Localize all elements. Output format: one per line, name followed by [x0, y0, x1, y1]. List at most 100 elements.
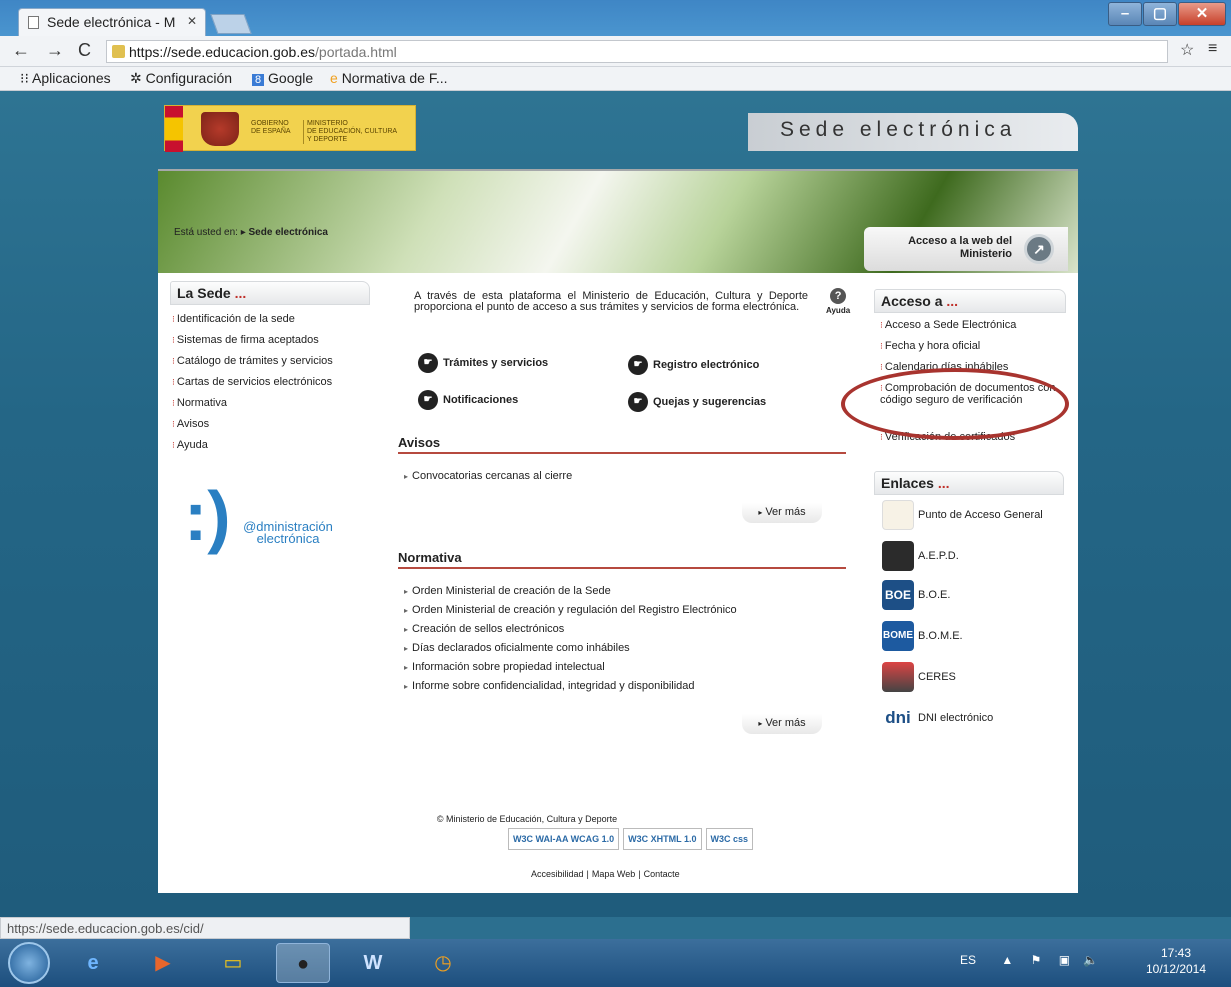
left-link[interactable]: ⁝ Cartas de servicios electrónicos [172, 376, 332, 388]
accesibilidad-link[interactable]: Accesibilidad [531, 869, 584, 879]
network-icon[interactable]: ▣ [1059, 953, 1070, 967]
avisos-heading: Avisos [398, 432, 846, 454]
address-bar[interactable]: https://sede.educacion.gob.es/portada.ht… [106, 40, 1168, 63]
status-bar-url: https://sede.educacion.gob.es/cid/ [0, 917, 410, 939]
enlace-aepd[interactable]: A.E.P.D. [882, 541, 959, 571]
la-sede-heading: La Sede ... [170, 281, 370, 305]
tray-expand-icon[interactable]: ▲ [1001, 953, 1013, 967]
star-icon[interactable]: ☆ [1180, 40, 1194, 60]
flag-icon [165, 106, 183, 152]
language-indicator[interactable]: ES [960, 953, 976, 967]
quick-registro[interactable]: ☛ Registro electrónico [628, 355, 759, 375]
forward-arrow-icon[interactable]: → [46, 40, 64, 61]
acceso-link[interactable]: ⁝ Acceso a Sede Electrónica [880, 319, 1016, 331]
clock[interactable]: 17:43 10/12/2014 [1128, 945, 1224, 977]
new-tab-button[interactable] [210, 14, 252, 34]
tab-title: Sede electrónica - M [47, 14, 176, 30]
enlaces-heading: Enlaces ... [874, 471, 1064, 495]
quick-tramites[interactable]: ☛ Trámites y servicios [418, 353, 548, 373]
left-link[interactable]: ⁝ Catálogo de trámites y servicios [172, 355, 333, 367]
flag-tray-icon[interactable]: ⚑ [1031, 953, 1042, 967]
left-link[interactable]: ⁝ Ayuda [172, 439, 208, 451]
w3c-css-badge[interactable]: W3C css [705, 828, 754, 850]
normativa-item[interactable]: ▸ Informe sobre confidencialidad, integri… [404, 680, 695, 692]
left-link[interactable]: ⁝ Identificación de la sede [172, 313, 295, 325]
quick-quejas[interactable]: ☛ Quejas y sugerencias [628, 392, 766, 412]
administracion-electronica-logo[interactable]: :) [184, 481, 231, 551]
media-player-icon[interactable]: ▶ [136, 943, 190, 983]
w3c-wcag-badge[interactable]: W3C WAI-AA WCAG 1.0 [508, 828, 620, 850]
browser-toolbar: ← → C https://sede.educacion.gob.es/port… [0, 36, 1231, 67]
start-button[interactable] [8, 942, 50, 984]
normativa-item[interactable]: ▸ Orden Ministerial de creación y regulac… [404, 604, 737, 616]
ie-icon[interactable]: e [66, 943, 120, 983]
normativa-ver-mas-button[interactable]: ▸ Ver más [742, 714, 822, 734]
volume-icon[interactable]: 🔈 [1083, 953, 1098, 967]
minimize-button[interactable]: – [1108, 2, 1142, 26]
system-tray: ES ▲ ⚑ ▣ 🔈 [960, 953, 1098, 967]
bookmark-apps[interactable]: ⁝⁝ Aplicaciones [20, 70, 111, 87]
enlace-bome[interactable]: BOME B.O.M.E. [882, 621, 963, 651]
bookmark-normativa[interactable]: e Normativa de F... [330, 70, 448, 86]
calendar-icon[interactable]: ◷ [416, 943, 470, 983]
ministry-label: MINISTERIO DE EDUCACIÓN, CULTURA Y DEPOR… [303, 120, 397, 144]
browser-tabbar: Sede electrónica - M ✕ – ▢ ✕ [0, 0, 1231, 36]
left-link[interactable]: ⁝ Avisos [172, 418, 209, 430]
page-icon [28, 16, 39, 29]
maximize-button[interactable]: ▢ [1143, 2, 1177, 26]
word-icon[interactable]: W [346, 943, 400, 983]
acceso-heading: Acceso a ... [874, 289, 1066, 313]
highlight-circle [841, 368, 1069, 440]
normativa-item[interactable]: ▸ Creación de sellos electrónicos [404, 623, 564, 635]
dni-logo-icon: dni [882, 703, 914, 733]
aepd-logo-icon [882, 541, 914, 571]
bome-logo-icon: BOME [882, 621, 914, 651]
enlace-pag[interactable]: Punto de Acceso General [882, 500, 1043, 530]
government-logo[interactable]: GOBIERNO DE ESPAÑA MINISTERIO DE EDUCACI… [164, 105, 416, 152]
administracion-electronica-label: @dministración electrónica [243, 519, 333, 546]
quick-notificaciones[interactable]: ☛ Notificaciones [418, 390, 518, 410]
menu-icon[interactable]: ≡ [1208, 40, 1217, 58]
w3c-xhtml-badge[interactable]: W3C XHTML 1.0 [623, 828, 702, 850]
footer-links: Accesibilidad | Mapa Web | Contacte [531, 869, 680, 879]
enlace-ceres[interactable]: CERES [882, 662, 956, 692]
pag-logo-icon [882, 500, 914, 530]
acceso-link[interactable]: ⁝ Fecha y hora oficial [880, 340, 980, 352]
contacte-link[interactable]: Contacte [644, 869, 680, 879]
site-title: Sede electrónica [748, 113, 1078, 151]
ministry-web-link[interactable]: Acceso a la web del Ministerio ↗ [864, 227, 1068, 271]
enlace-dni[interactable]: dni DNI electrónico [882, 703, 993, 733]
chrome-icon[interactable]: ● [276, 943, 330, 983]
normativa-heading: Normativa [398, 547, 846, 569]
avisos-ver-mas-button[interactable]: ▸ Ver más [742, 503, 822, 523]
bookmark-config[interactable]: ✲ Configuración [130, 70, 232, 87]
lock-icon [112, 45, 125, 58]
site-header: GOBIERNO DE ESPAÑA MINISTERIO DE EDUCACI… [158, 105, 1078, 152]
help-button[interactable]: ? Ayuda [826, 288, 850, 315]
enlace-boe[interactable]: BOE B.O.E. [882, 580, 950, 610]
normativa-item[interactable]: ▸ Días declarados oficialmente como inháb… [404, 642, 630, 654]
gov-label: GOBIERNO DE ESPAÑA [251, 120, 291, 135]
intro-text: A través de esta plataforma el Ministeri… [414, 290, 808, 313]
explorer-folder-icon[interactable]: ▭ [206, 943, 260, 983]
w3c-badges: W3C WAI-AA WCAG 1.0 W3C XHTML 1.0 W3C css [508, 828, 757, 850]
mapa-web-link[interactable]: Mapa Web [592, 869, 635, 879]
close-window-button[interactable]: ✕ [1178, 2, 1226, 26]
hand-icon: ☛ [418, 390, 438, 410]
url-host: https://sede.educacion.gob.es [129, 44, 316, 60]
site-container: GOBIERNO DE ESPAÑA MINISTERIO DE EDUCACI… [158, 91, 1078, 893]
reload-icon[interactable]: C [78, 40, 91, 61]
bookmarks-bar: ⁝⁝ Aplicaciones ✲ Configuración 8 Google… [0, 67, 1231, 91]
help-icon: ? [830, 288, 847, 304]
browser-tab[interactable]: Sede electrónica - M ✕ [18, 8, 206, 36]
normativa-item[interactable]: ▸ Información sobre propiedad intelectual [404, 661, 605, 673]
coat-of-arms-icon [201, 112, 239, 146]
normativa-item[interactable]: ▸ Orden Ministerial de creación de la Sed… [404, 585, 611, 597]
aviso-item[interactable]: ▸ Convocatorias cercanas al cierre [404, 470, 572, 482]
close-tab-icon[interactable]: ✕ [187, 14, 197, 28]
left-link[interactable]: ⁝ Sistemas de firma aceptados [172, 334, 319, 346]
back-arrow-icon[interactable]: ← [12, 40, 30, 61]
bookmark-google[interactable]: 8 Google [252, 70, 313, 86]
hand-icon: ☛ [628, 392, 648, 412]
left-link[interactable]: ⁝ Normativa [172, 397, 227, 409]
